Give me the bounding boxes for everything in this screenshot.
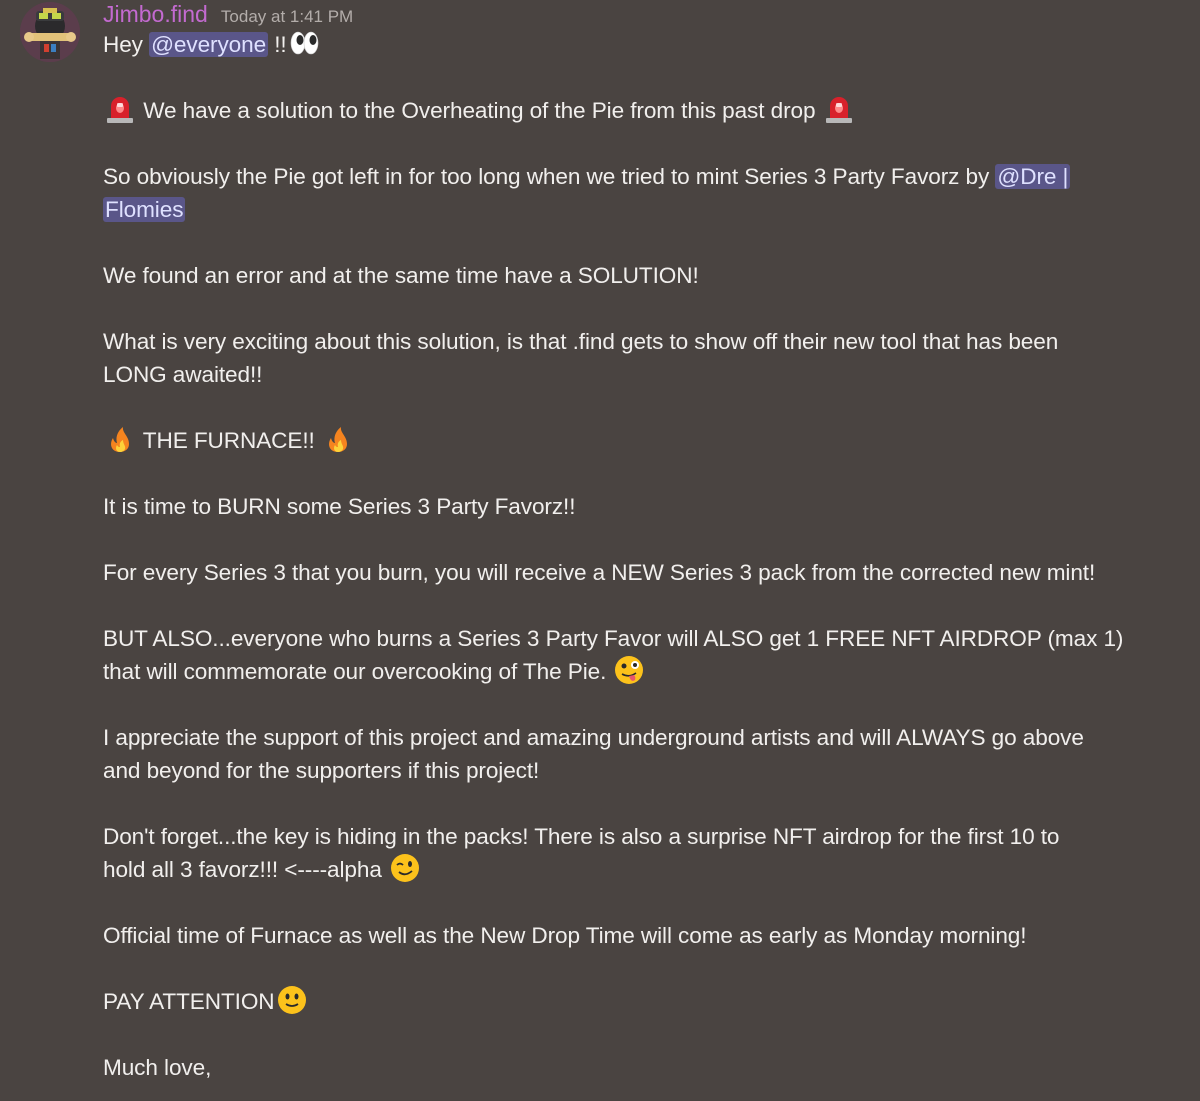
username[interactable]: Jimbo.find [103, 1, 208, 27]
exciting-line-2: LONG awaited!! [103, 362, 263, 387]
appreciate-line-2: and beyond for the supporters if this pr… [103, 758, 540, 783]
official-line: Official time of Furnace as well as the … [103, 923, 1027, 948]
solution-line: We have a solution to the Overheating of… [103, 94, 1183, 127]
pie-line-2: Flomies [103, 193, 1183, 226]
greeting-text: Hey [103, 32, 143, 57]
greeting-suffix: !! [274, 32, 287, 57]
every-line: For every Series 3 that you burn, you wi… [103, 560, 1096, 585]
message-header: Jimbo.find Today at 1:41 PM [103, 0, 1183, 28]
error-line: We found an error and at the same time h… [103, 263, 699, 288]
solution-text: We have a solution to the Overheating of… [143, 98, 816, 123]
eyes-emoji [289, 28, 319, 58]
much-love-line: Much love, [103, 1055, 212, 1080]
furnace-line: THE FURNACE!! [103, 424, 1183, 457]
furnace-text: THE FURNACE!! [142, 428, 315, 453]
key-text-2: hold all 3 favorz!!! <----alpha [103, 857, 382, 882]
mention-dre-continued[interactable]: Flomies [103, 197, 186, 222]
slight-smile-emoji [277, 985, 307, 1015]
greeting-line: Hey @everyone !! [103, 28, 1183, 61]
key-line-2: hold all 3 favorz!!! <----alpha [103, 853, 1183, 886]
fire-emoji [323, 424, 353, 454]
pay-attention-text: PAY ATTENTION [103, 989, 275, 1014]
key-line-1: Don't forget...the key is hiding in the … [103, 824, 1060, 849]
but-also-line-2: that will commemorate our overcooking of… [103, 655, 1183, 688]
pay-attention-line: PAY ATTENTION [103, 985, 1183, 1018]
appreciate-line-1: I appreciate the support of this project… [103, 725, 1084, 750]
but-also-line-1: BUT ALSO...everyone who burns a Series 3… [103, 626, 1124, 651]
mention-everyone[interactable]: @everyone [149, 32, 269, 57]
rotating-light-emoji [824, 94, 854, 124]
but-also-text-2: that will commemorate our overcooking of… [103, 659, 607, 684]
message-body: Hey @everyone !! We have a solution to t… [103, 28, 1183, 1084]
chat-message: Jimbo.find Today at 1:41 PM Hey @everyon… [0, 0, 1200, 1101]
wink-emoji [390, 853, 420, 883]
fire-emoji [105, 424, 135, 454]
mention-dre[interactable]: @Dre | [995, 164, 1071, 189]
message-content: Jimbo.find Today at 1:41 PM Hey @everyon… [103, 0, 1183, 1084]
pie-text: So obviously the Pie got left in for too… [103, 164, 990, 189]
exciting-line-1: What is very exciting about this solutio… [103, 329, 1059, 354]
burn-line: It is time to BURN some Series 3 Party F… [103, 494, 576, 519]
timestamp[interactable]: Today at 1:41 PM [221, 7, 353, 26]
rotating-light-emoji [105, 94, 135, 124]
avatar[interactable] [20, 2, 80, 62]
zany-face-emoji [614, 655, 644, 685]
pie-line: So obviously the Pie got left in for too… [103, 160, 1183, 193]
